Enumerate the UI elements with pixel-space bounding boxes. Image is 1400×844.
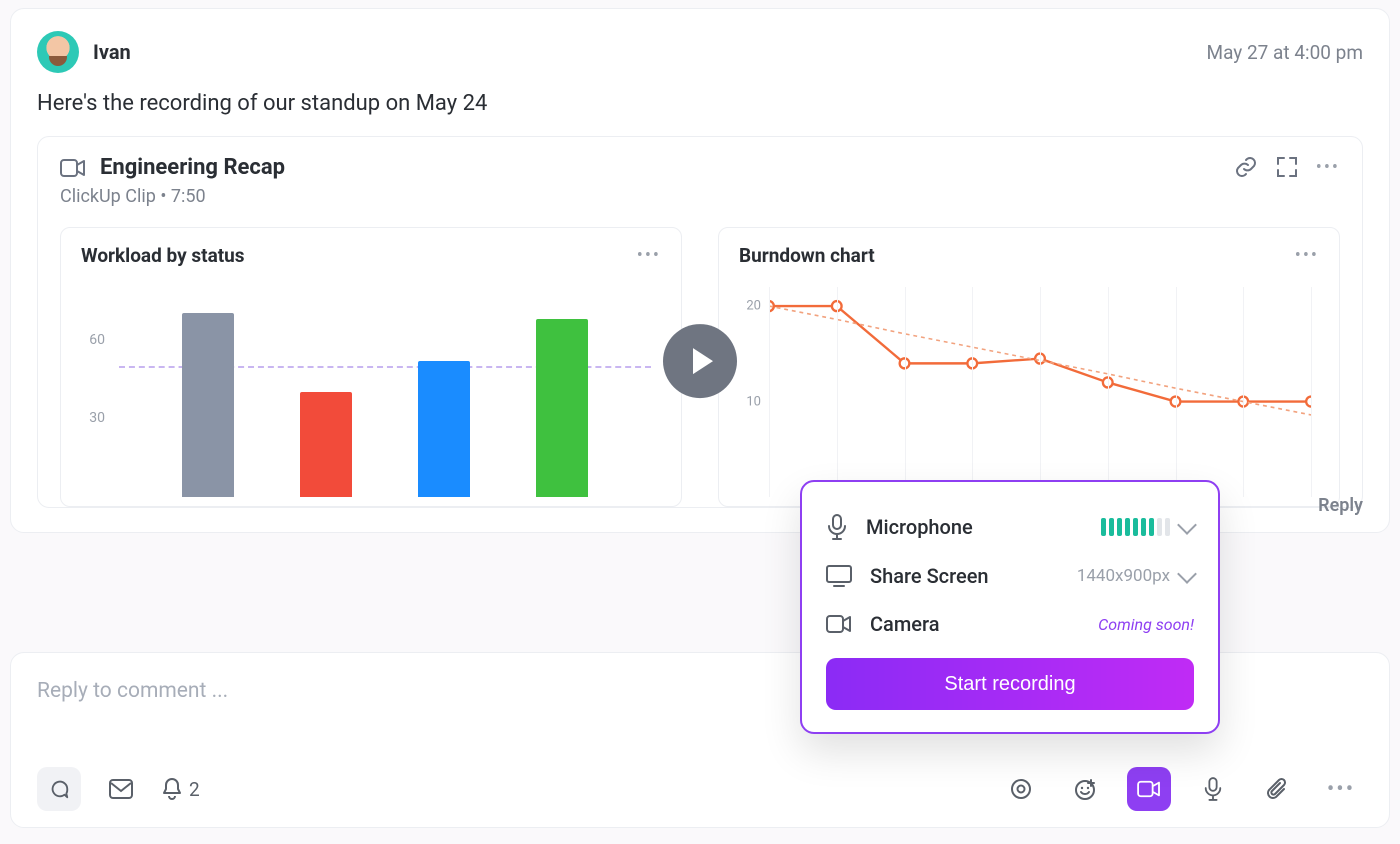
mention-icon[interactable] <box>999 767 1043 811</box>
workload-panel: Workload by status ••• 30 60 <box>60 227 682 507</box>
workload-panel-more-icon[interactable]: ••• <box>637 245 661 266</box>
burndown-line-chart: 10 20 <box>739 287 1319 497</box>
mic-level-bar <box>1157 518 1162 536</box>
more-icon[interactable]: ••• <box>1319 767 1363 811</box>
link-icon[interactable] <box>1234 155 1258 179</box>
notifications-button[interactable]: 2 <box>161 777 200 801</box>
clip-source: ClickUp Clip <box>60 186 156 207</box>
expand-icon[interactable] <box>1276 156 1298 178</box>
mic-level-meter <box>1101 518 1170 536</box>
clip-actions: ••• <box>1234 155 1340 179</box>
comment-card: Ivan May 27 at 4:00 pm Here's the record… <box>10 8 1390 533</box>
clip-card: Engineering Recap ClickUp Clip • 7:50 ••… <box>37 136 1363 508</box>
y-tick-label: 30 <box>89 410 105 426</box>
clip-title: Engineering Recap <box>100 155 285 180</box>
clip-preview-panels: Workload by status ••• 30 60 Burndown cha… <box>60 227 1340 507</box>
video-icon <box>60 157 86 179</box>
camera-icon <box>826 613 852 635</box>
camera-status: Coming soon! <box>1098 615 1194 634</box>
mail-icon[interactable] <box>99 767 143 811</box>
workload-bar-chart: 30 60 <box>81 287 661 497</box>
avatar[interactable] <box>37 31 79 73</box>
more-icon[interactable]: ••• <box>1316 157 1340 178</box>
mic-level-bar <box>1165 518 1170 536</box>
mic-level-bar <box>1117 518 1122 536</box>
mic-level-bar <box>1125 518 1130 536</box>
chevron-down-icon[interactable] <box>1177 564 1197 584</box>
share-screen-resolution: 1440x900px <box>1077 566 1170 586</box>
bar <box>536 319 588 498</box>
chevron-down-icon[interactable] <box>1177 515 1197 535</box>
notification-count: 2 <box>189 778 200 801</box>
burndown-panel-title: Burndown chart <box>739 244 875 267</box>
clip-meta: ClickUp Clip • 7:50 <box>60 186 285 207</box>
recording-popup: Microphone Share Screen 1440x900px Camer… <box>800 480 1220 734</box>
voice-record-icon[interactable] <box>1191 767 1235 811</box>
emoji-add-icon[interactable] <box>1063 767 1107 811</box>
comment-body: Here's the recording of our standup on M… <box>37 91 1363 116</box>
start-recording-button[interactable]: Start recording <box>826 658 1194 710</box>
reply-button[interactable]: Reply <box>1318 495 1363 516</box>
bar <box>182 313 234 497</box>
record-clip-button[interactable] <box>1127 767 1171 811</box>
microphone-icon <box>826 514 848 540</box>
workload-panel-title: Workload by status <box>81 244 245 267</box>
mic-level-bar <box>1133 518 1138 536</box>
comment-timestamp: May 27 at 4:00 pm <box>1207 41 1364 64</box>
bar <box>300 392 352 497</box>
y-tick-label: 60 <box>89 332 105 348</box>
comment-header: Ivan May 27 at 4:00 pm <box>37 31 1363 73</box>
microphone-row[interactable]: Microphone <box>826 502 1194 552</box>
camera-label: Camera <box>870 612 939 636</box>
play-button[interactable] <box>663 324 737 398</box>
y-tick-label: 10 <box>746 394 761 409</box>
bar <box>418 361 470 498</box>
monitor-icon <box>826 565 852 587</box>
mic-level-bar <box>1109 518 1114 536</box>
author-name: Ivan <box>93 40 131 64</box>
share-screen-row[interactable]: Share Screen 1440x900px <box>826 552 1194 600</box>
mic-level-bar <box>1149 518 1154 536</box>
share-screen-label: Share Screen <box>870 564 989 588</box>
camera-row: Camera Coming soon! <box>826 600 1194 648</box>
microphone-label: Microphone <box>866 515 973 539</box>
mic-level-bar <box>1101 518 1106 536</box>
bell-icon <box>161 777 183 801</box>
mic-level-bar <box>1141 518 1146 536</box>
clip-duration: 7:50 <box>171 186 206 207</box>
attachment-icon[interactable] <box>1255 767 1299 811</box>
reply-toolbar: 2 ••• <box>37 765 1363 813</box>
y-tick-label: 20 <box>746 299 761 314</box>
comment-bubble-icon[interactable] <box>37 767 81 811</box>
burndown-panel-more-icon[interactable]: ••• <box>1295 245 1319 266</box>
author: Ivan <box>37 31 131 73</box>
burndown-panel: Burndown chart ••• 10 20 <box>718 227 1340 507</box>
